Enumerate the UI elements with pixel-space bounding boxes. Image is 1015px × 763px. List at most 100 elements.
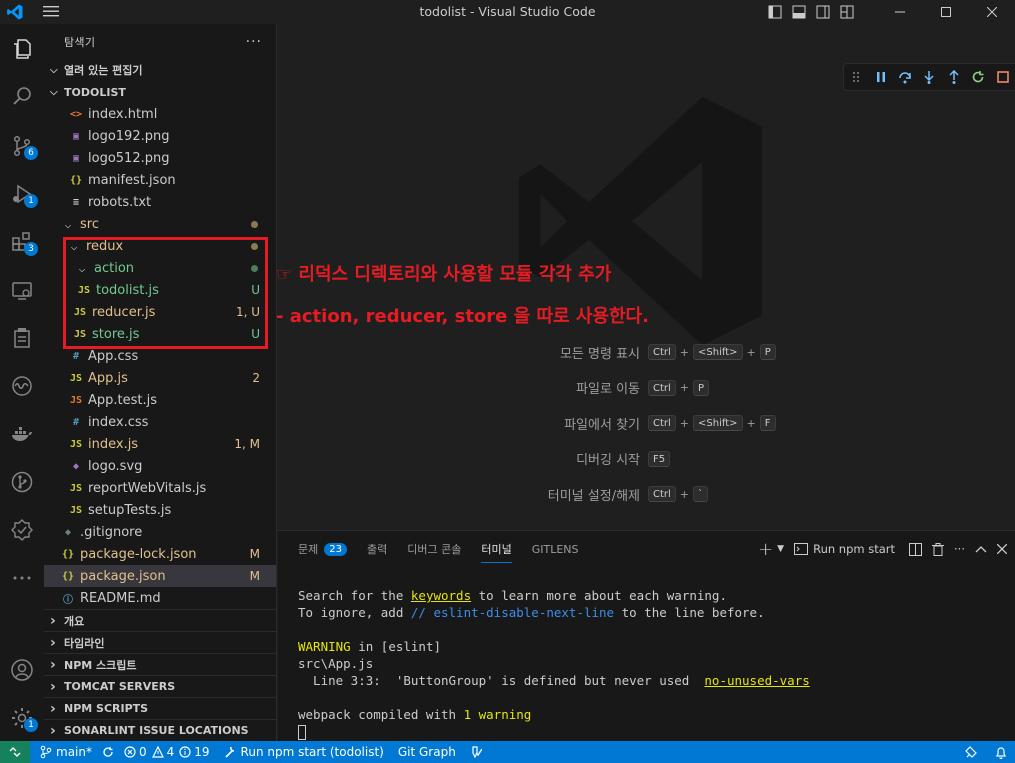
toggle-secondary-sidebar-icon[interactable] xyxy=(811,0,835,24)
extensions-icon[interactable]: 3 xyxy=(0,220,44,264)
run-debug-icon[interactable]: 1 xyxy=(0,172,44,216)
file-tree-item[interactable]: JS App.test.js xyxy=(44,389,276,411)
panel-tab-label: 문제 xyxy=(298,543,319,556)
panel-tab[interactable]: 터미널 xyxy=(481,537,513,563)
file-tree-item[interactable]: JS setupTests.js xyxy=(44,499,276,521)
step-over-icon[interactable] xyxy=(893,63,917,91)
panel-tab-label: 디버그 콘솔 xyxy=(407,543,462,556)
restart-icon[interactable] xyxy=(966,63,990,91)
file-tree-item[interactable]: ◆ .gitignore xyxy=(44,521,276,543)
step-into-icon[interactable] xyxy=(917,63,941,91)
remote-indicator-icon[interactable] xyxy=(0,741,30,763)
sidebar-section-header[interactable]: › NPM SCRIPTS xyxy=(44,697,276,719)
chevron-down-icon[interactable]: ▼ xyxy=(777,544,784,554)
project-section[interactable]: ⌵ TODOLIST xyxy=(44,81,276,103)
file-tree-item[interactable]: {} package.json M xyxy=(44,565,276,587)
trash-icon[interactable] xyxy=(932,542,945,556)
explorer-more-actions-icon[interactable]: ··· xyxy=(246,34,262,50)
file-tree-item[interactable]: JS App.js 2 xyxy=(44,367,276,389)
panel-tab-label: 출력 xyxy=(366,543,388,556)
new-terminal-icon[interactable]: + xyxy=(758,539,773,560)
file-tree-item[interactable]: <> index.html xyxy=(44,103,276,125)
file-tree-item[interactable]: # index.css xyxy=(44,411,276,433)
settings-badge: 1 xyxy=(24,718,38,732)
settings-gear-icon[interactable]: 1 xyxy=(0,696,44,740)
file-tree-item[interactable]: ⌵ src xyxy=(44,213,276,235)
file-type-icon: ◆ xyxy=(72,460,80,472)
step-out-icon[interactable] xyxy=(942,63,966,91)
file-tree-item[interactable]: ▣ logo512.png xyxy=(44,147,276,169)
sync-icon[interactable] xyxy=(102,746,114,758)
file-tree-item[interactable]: ⓘ README.md xyxy=(44,587,276,609)
file-tree-label: logo.svg xyxy=(88,458,143,474)
pause-icon[interactable] xyxy=(868,63,892,91)
shortcut-row[interactable]: 파일에서 찾기 Ctrl + <Shift> + F xyxy=(278,413,1015,433)
panel-tab[interactable]: 디버그 콘솔 xyxy=(407,537,461,561)
file-tree-item[interactable]: {} manifest.json xyxy=(44,169,276,191)
file-tree-item[interactable]: ▣ logo192.png xyxy=(44,125,276,147)
sidebar-sections: › 개요 › 타임라인 › NPM 스크립트 › TOMCAT SERVERS › NPM SCR… xyxy=(44,609,276,741)
open-editors-section[interactable]: ⌵ 열려 있는 편집기 xyxy=(44,59,276,81)
source-control-icon[interactable]: 6 xyxy=(0,124,44,168)
git-graph-button[interactable]: Git Graph xyxy=(398,745,456,759)
maximize-icon[interactable] xyxy=(923,0,969,24)
toggle-panel-icon[interactable] xyxy=(787,0,811,24)
more-icon[interactable] xyxy=(0,556,44,600)
customize-layout-icon[interactable] xyxy=(835,0,859,24)
file-tree-item[interactable]: ◆ logo.svg xyxy=(44,455,276,477)
terminal-task-selector[interactable]: Run npm start xyxy=(794,542,895,556)
shortcut-row[interactable]: 모든 명령 표시 Ctrl + <Shift> + P xyxy=(278,342,1015,362)
file-tree-item[interactable]: ≡ robots.txt xyxy=(44,191,276,213)
shortcut-label: 디버깅 시작 xyxy=(576,453,640,468)
more-actions-icon[interactable]: ··· xyxy=(954,542,965,556)
shortcut-row[interactable]: 파일로 이동 Ctrl + P xyxy=(278,378,1015,398)
panel-tab[interactable]: 문제 23 xyxy=(298,537,347,561)
accounts-icon[interactable] xyxy=(0,648,44,692)
sidebar-section-header[interactable]: › TOMCAT SERVERS xyxy=(44,675,276,697)
maximize-panel-icon[interactable] xyxy=(975,545,987,553)
remote-explorer-icon[interactable] xyxy=(0,269,44,313)
sidebar-section-header[interactable]: › SONARLINT ISSUE LOCATIONS xyxy=(44,719,276,741)
problems-indicator[interactable]: 0 4 19 xyxy=(124,745,210,759)
timeline-wave-icon[interactable] xyxy=(0,364,44,408)
panel-tab[interactable]: 출력 xyxy=(367,537,387,561)
sidebar-section-header[interactable]: › NPM 스크립트 xyxy=(44,653,276,675)
testing-icon[interactable] xyxy=(0,316,44,360)
shortcut-row[interactable]: 디버깅 시작 F5 xyxy=(278,449,1015,469)
sonarlint-status-icon[interactable] xyxy=(468,746,482,758)
sidebar-section-header[interactable]: › 타임라인 xyxy=(44,631,276,653)
shortcut-row[interactable]: 터미널 설정/해제 Ctrl + ` xyxy=(278,484,1015,504)
shortcut-label: 터미널 설정/해제 xyxy=(547,488,640,504)
shortcut-keys: Ctrl + ` xyxy=(648,486,709,502)
branch-indicator[interactable]: main* xyxy=(40,745,92,759)
error-icon xyxy=(124,746,136,758)
source-control-badge: 6 xyxy=(24,146,38,160)
file-tree-item[interactable]: JS reportWebVitals.js xyxy=(44,477,276,499)
panel-tab[interactable]: GITLENS xyxy=(532,537,579,561)
run-task-indicator[interactable]: Run npm start (todolist) xyxy=(224,745,384,759)
file-type-icon: ⓘ xyxy=(63,594,73,606)
git-graph-icon[interactable] xyxy=(0,460,44,504)
warning-icon xyxy=(151,746,164,758)
notifications-bell-icon[interactable] xyxy=(995,746,1007,759)
file-tree-item[interactable]: {} package-lock.json M xyxy=(44,543,276,565)
terminal-output[interactable]: Search for the keywords to learn more ab… xyxy=(298,587,810,740)
close-icon[interactable] xyxy=(969,0,1015,24)
sidebar-section-header[interactable]: › 개요 xyxy=(44,609,276,631)
sonarlint-icon[interactable] xyxy=(0,508,44,552)
stop-icon[interactable] xyxy=(991,63,1015,91)
drag-handle-icon[interactable] xyxy=(844,63,868,91)
chevron-down-icon: ⌵ xyxy=(50,64,58,76)
shortcut-keys: Ctrl + <Shift> + P xyxy=(648,344,776,360)
accounts-status-icon[interactable] xyxy=(965,745,979,759)
minimize-icon[interactable] xyxy=(877,0,923,24)
split-terminal-icon[interactable] xyxy=(909,542,923,556)
docker-icon[interactable] xyxy=(0,412,44,456)
file-tree-label: robots.txt xyxy=(88,194,152,210)
toggle-primary-sidebar-icon[interactable] xyxy=(763,0,787,24)
search-icon[interactable] xyxy=(0,74,44,118)
close-panel-icon[interactable] xyxy=(997,544,1007,554)
explorer-icon[interactable] xyxy=(0,27,44,71)
file-tree-item[interactable]: JS index.js 1, M xyxy=(44,433,276,455)
